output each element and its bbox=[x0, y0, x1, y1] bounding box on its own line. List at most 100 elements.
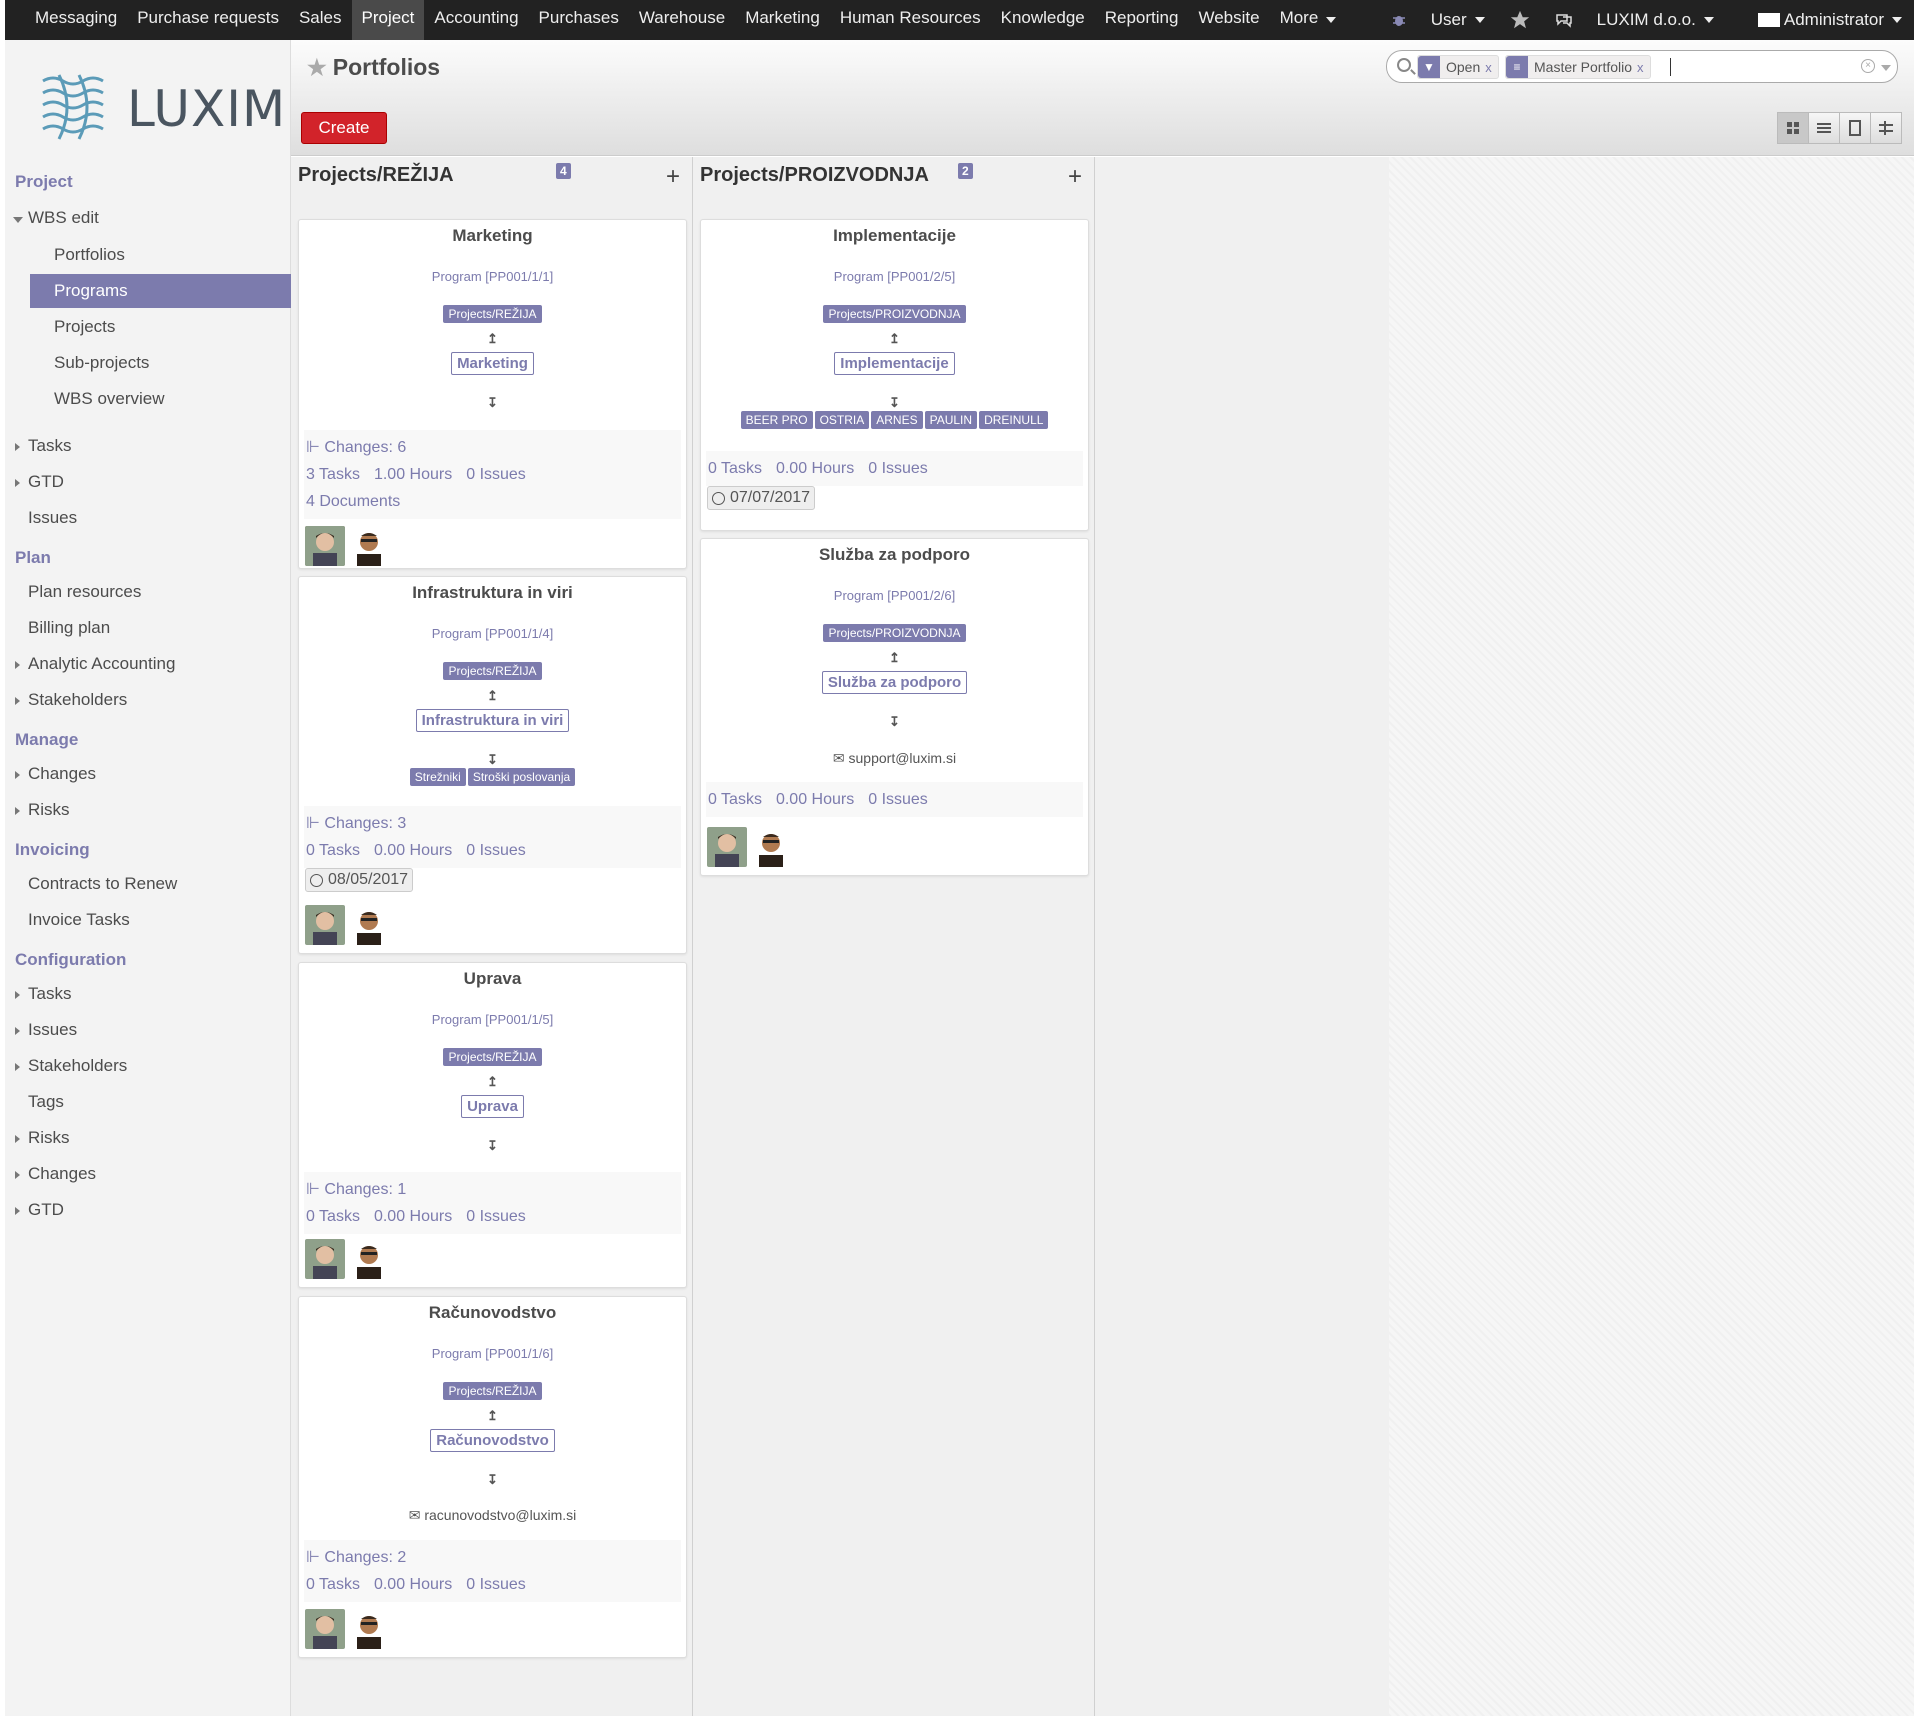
debug-bug-icon[interactable] bbox=[1379, 12, 1419, 28]
sidebar-item-changes[interactable]: Changes bbox=[5, 757, 291, 791]
self-tag[interactable]: Računovodstvo bbox=[299, 1429, 686, 1452]
avatar[interactable] bbox=[349, 1239, 389, 1279]
child-tag[interactable]: DREINULL bbox=[979, 411, 1049, 429]
sidebar-item-invoice-tasks[interactable]: Invoice Tasks bbox=[5, 903, 291, 937]
sidebar-item-contracts-to-renew[interactable]: Contracts to Renew bbox=[5, 867, 291, 901]
kanban-card[interactable]: Računovodstvo Program [PP001/1/6] Projec… bbox=[298, 1296, 687, 1658]
form-view-button[interactable] bbox=[1839, 112, 1871, 144]
sidebar-item-sub-projects[interactable]: Sub-projects bbox=[5, 346, 291, 380]
avatar[interactable] bbox=[349, 526, 389, 566]
menu-more[interactable]: More bbox=[1270, 0, 1347, 40]
kanban-card[interactable]: Marketing Program [PP001/1/1] Projects/R… bbox=[298, 219, 687, 569]
sidebar-item-billing-plan[interactable]: Billing plan bbox=[5, 611, 291, 645]
list-view-button[interactable] bbox=[1808, 112, 1840, 144]
parent-tag[interactable]: Projects/REŽIJA bbox=[299, 662, 686, 680]
parent-tag[interactable]: Projects/REŽIJA bbox=[299, 1048, 686, 1066]
hours-link[interactable]: 0.00 Hours bbox=[776, 791, 854, 808]
create-button[interactable]: Create bbox=[301, 112, 387, 144]
admin-menu[interactable]: Administrator bbox=[1746, 9, 1914, 31]
hours-link[interactable]: 0.00 Hours bbox=[374, 1208, 452, 1225]
child-tag[interactable]: OSTRIA bbox=[814, 411, 870, 429]
kanban-card[interactable]: Infrastruktura in viri Program [PP001/1/… bbox=[298, 576, 687, 954]
menu-purchases[interactable]: Purchases bbox=[529, 0, 629, 40]
sidebar-item-gtd[interactable]: GTD bbox=[5, 465, 291, 499]
company-switcher[interactable]: LUXIM d.o.o. bbox=[1585, 10, 1726, 30]
avatar[interactable] bbox=[349, 905, 389, 945]
menu-sales[interactable]: Sales bbox=[289, 0, 352, 40]
avatar[interactable] bbox=[305, 1609, 345, 1649]
sidebar-item-config-risks[interactable]: Risks bbox=[5, 1121, 291, 1155]
favorite-star-icon[interactable] bbox=[1497, 9, 1543, 31]
menu-messaging[interactable]: Messaging bbox=[25, 0, 127, 40]
menu-project[interactable]: Project bbox=[351, 0, 425, 40]
tasks-link[interactable]: 0 Tasks bbox=[708, 460, 762, 477]
menu-warehouse[interactable]: Warehouse bbox=[629, 0, 735, 40]
self-tag[interactable]: Služba za podporo bbox=[701, 671, 1088, 694]
search-options-toggle-icon[interactable] bbox=[1881, 65, 1891, 71]
sidebar-item-projects[interactable]: Projects bbox=[5, 310, 291, 344]
facet-filter-open[interactable]: ▼ Open x bbox=[1417, 55, 1499, 79]
star-icon[interactable]: ★ bbox=[307, 55, 327, 81]
self-tag[interactable]: Infrastruktura in viri bbox=[299, 709, 686, 732]
kanban-view-button[interactable] bbox=[1777, 112, 1809, 144]
sidebar-item-wbs-edit[interactable]: WBS edit bbox=[5, 201, 291, 235]
parent-tag[interactable]: Projects/REŽIJA bbox=[299, 305, 686, 323]
sidebar-item-tasks[interactable]: Tasks bbox=[5, 429, 291, 463]
sidebar-item-plan-resources[interactable]: Plan resources bbox=[5, 575, 291, 609]
tasks-link[interactable]: 0 Tasks bbox=[306, 1576, 360, 1593]
tasks-link[interactable]: 0 Tasks bbox=[708, 791, 762, 808]
add-card-plus-icon[interactable]: + bbox=[1068, 163, 1082, 191]
tasks-link[interactable]: 0 Tasks bbox=[306, 842, 360, 859]
sidebar-item-programs[interactable]: Programs bbox=[30, 274, 291, 308]
facet-filter-master-portfolio[interactable]: ≡ Master Portfolio x bbox=[1505, 55, 1651, 79]
documents-link[interactable]: 4 Documents bbox=[306, 493, 400, 510]
sidebar-item-portfolios[interactable]: Portfolios bbox=[5, 238, 291, 272]
issues-link[interactable]: 0 Issues bbox=[466, 842, 526, 859]
self-tag[interactable]: Uprava bbox=[299, 1095, 686, 1118]
issues-link[interactable]: 0 Issues bbox=[466, 466, 526, 483]
sidebar-item-config-gtd[interactable]: GTD bbox=[5, 1193, 291, 1227]
changes-link[interactable]: ⊩ Changes: 6 bbox=[306, 434, 681, 461]
sidebar-item-stakeholders[interactable]: Stakeholders bbox=[5, 683, 291, 717]
child-tag[interactable]: Strežniki bbox=[409, 768, 466, 786]
card-email[interactable]: ✉ support@luxim.si bbox=[701, 750, 1088, 767]
avatar[interactable] bbox=[305, 1239, 345, 1279]
child-tag[interactable]: ARNES bbox=[871, 411, 923, 429]
issues-link[interactable]: 0 Issues bbox=[868, 460, 928, 477]
avatar[interactable] bbox=[305, 905, 345, 945]
card-email[interactable]: ✉ racunovodstvo@luxim.si bbox=[299, 1507, 686, 1524]
facet-remove-icon[interactable]: x bbox=[1485, 60, 1492, 75]
hours-link[interactable]: 0.00 Hours bbox=[374, 1576, 452, 1593]
menu-marketing[interactable]: Marketing bbox=[735, 0, 830, 40]
kanban-card[interactable]: Implementacije Program [PP001/2/5] Proje… bbox=[700, 219, 1089, 531]
hours-link[interactable]: 1.00 Hours bbox=[374, 466, 452, 483]
hours-link[interactable]: 0.00 Hours bbox=[374, 842, 452, 859]
sidebar-item-config-issues[interactable]: Issues bbox=[5, 1013, 291, 1047]
menu-accounting[interactable]: Accounting bbox=[424, 0, 528, 40]
changes-link[interactable]: ⊩ Changes: 2 bbox=[306, 1544, 681, 1571]
menu-knowledge[interactable]: Knowledge bbox=[991, 0, 1095, 40]
menu-human-resources[interactable]: Human Resources bbox=[830, 0, 991, 40]
parent-tag[interactable]: Projects/REŽIJA bbox=[299, 1382, 686, 1400]
sidebar-item-issues[interactable]: Issues bbox=[5, 501, 291, 535]
avatar[interactable] bbox=[751, 827, 791, 867]
issues-link[interactable]: 0 Issues bbox=[466, 1208, 526, 1225]
parent-tag[interactable]: Projects/PROIZVODNJA bbox=[701, 305, 1088, 323]
sidebar-item-risks[interactable]: Risks bbox=[5, 793, 291, 827]
hours-link[interactable]: 0.00 Hours bbox=[776, 460, 854, 477]
child-tag[interactable]: Stroški poslovanja bbox=[467, 768, 576, 786]
tasks-link[interactable]: 0 Tasks bbox=[306, 1208, 360, 1225]
sidebar-item-config-changes[interactable]: Changes bbox=[5, 1157, 291, 1191]
avatar[interactable] bbox=[707, 827, 747, 867]
sidebar-item-config-stakeholders[interactable]: Stakeholders bbox=[5, 1049, 291, 1083]
facet-remove-icon[interactable]: x bbox=[1637, 60, 1644, 75]
search-input[interactable]: ▼ Open x ≡ Master Portfolio x × bbox=[1386, 50, 1898, 83]
self-tag[interactable]: Implementacije bbox=[701, 352, 1088, 375]
sidebar-item-analytic-accounting[interactable]: Analytic Accounting bbox=[5, 647, 291, 681]
chat-icon[interactable] bbox=[1543, 12, 1585, 28]
child-tag[interactable]: PAULIN bbox=[924, 411, 978, 429]
menu-website[interactable]: Website bbox=[1188, 0, 1269, 40]
sidebar-item-wbs-overview[interactable]: WBS overview bbox=[5, 382, 291, 416]
sidebar-item-config-tasks[interactable]: Tasks bbox=[5, 977, 291, 1011]
kanban-card[interactable]: Uprava Program [PP001/1/5] Projects/REŽI… bbox=[298, 962, 687, 1288]
